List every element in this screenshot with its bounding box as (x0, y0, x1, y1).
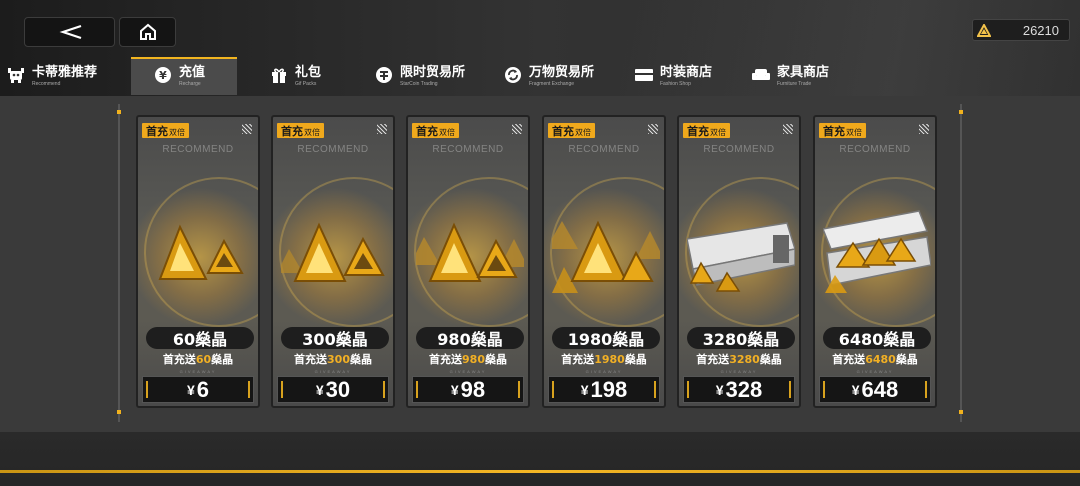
card-watermark: RECOMMEND (432, 144, 504, 155)
currency-display[interactable]: 26210 (972, 19, 1070, 41)
tab-fashion-shop[interactable]: 时装商店 Fashion Shop (634, 57, 734, 95)
back-arrow-icon (59, 24, 81, 40)
first-recharge-badge: 首充 双倍 (683, 123, 730, 138)
price-button[interactable]: ¥6 (142, 376, 254, 403)
refresh-icon (503, 65, 523, 85)
corner-hatch-icon (512, 124, 522, 134)
gift-icon (269, 65, 289, 85)
crystal-icon (416, 222, 524, 282)
price-button[interactable]: ¥30 (277, 376, 389, 403)
first-recharge-bonus: 首充送60燊晶 (162, 353, 234, 366)
first-recharge-badge: 首充 双倍 (142, 123, 189, 138)
tab-gift-packs[interactable]: 礼包 Gif Packs (269, 57, 359, 95)
rail-marker (117, 410, 121, 414)
price-button[interactable]: ¥98 (412, 376, 524, 403)
sofa-icon (751, 65, 771, 85)
footer-background (0, 432, 1080, 486)
tab-sublabel: Fashion Shop (660, 81, 691, 87)
recharge-card-6480[interactable]: 首充 双倍 RECOMMEND 6480燊晶 首充送6480燊晶 GIVEAWAY… (813, 115, 937, 408)
back-button[interactable] (24, 17, 115, 47)
first-recharge-badge: 首充 双倍 (412, 123, 459, 138)
price-button[interactable]: ¥328 (683, 376, 795, 403)
yen-icon: ¥ (153, 65, 173, 85)
rail-marker (959, 410, 963, 414)
triangle-crystal-icon (973, 20, 995, 40)
crystal-icon (281, 222, 385, 282)
home-icon (139, 23, 156, 40)
crystal-amount: 60燊晶 (146, 327, 254, 349)
footer-accent-line (0, 470, 1080, 473)
rail-marker (117, 110, 121, 114)
giveaway-label: GIVEAWAY (179, 369, 217, 374)
left-rail (118, 104, 120, 422)
first-recharge-badge: 首充 双倍 (548, 123, 595, 138)
coin-icon (374, 65, 394, 85)
corner-hatch-icon (377, 124, 387, 134)
corner-hatch-icon (783, 124, 793, 134)
price-button[interactable]: ¥648 (819, 376, 931, 403)
tab-label: 限时贸易所 (400, 65, 466, 80)
tab-sublabel: Fragment Exchange (529, 81, 575, 87)
svg-text:¥: ¥ (159, 69, 167, 82)
recharge-card-60[interactable]: 首充 双倍 RECOMMEND 60燊晶 首充送60燊晶 GIVEAWAY ¥6 (136, 115, 260, 408)
crystal-amount: 1980燊晶 (552, 327, 660, 349)
card-watermark: RECOMMEND (568, 144, 640, 155)
giveaway-label: GIVEAWAY (314, 369, 352, 374)
giveaway-label: GIVEAWAY (856, 369, 894, 374)
tab-fragment-exchange[interactable]: 万物贸易所 Fragment Exchange (503, 57, 623, 95)
recharge-card-3280[interactable]: 首充 双倍 RECOMMEND 3280燊晶 首充送3280燊晶 GIVEAWAY… (677, 115, 801, 408)
crystal-amount: 300燊晶 (281, 327, 389, 349)
giveaway-label: GIVEAWAY (585, 369, 623, 374)
right-rail (960, 104, 962, 422)
crystal-amount: 6480燊晶 (823, 327, 931, 349)
tab-label: 万物贸易所 (529, 65, 595, 80)
tab-starcoin-trading[interactable]: 限时贸易所 StarCoin Trading (374, 57, 484, 95)
giveaway-label: GIVEAWAY (449, 369, 487, 374)
first-recharge-bonus: 首充送300燊晶 (294, 353, 372, 366)
recharge-card-980[interactable]: 首充 双倍 RECOMMEND 980燊晶 首充送980燊晶 GIVEAWAY ¥… (406, 115, 530, 408)
crystal-case-icon (687, 222, 795, 292)
tab-label: 礼包 (295, 65, 322, 80)
crystal-amount: 980燊晶 (416, 327, 524, 349)
tab-sublabel: Recommend (32, 81, 61, 87)
corner-hatch-icon (648, 124, 658, 134)
tab-sublabel: Recharge (179, 81, 201, 87)
recharge-card-1980[interactable]: 首充 双倍 RECOMMEND 1980燊晶 首充送1980燊晶 GIVEAWAY… (542, 115, 666, 408)
crystal-case-icon (823, 210, 931, 293)
crystal-icon (552, 220, 660, 293)
first-recharge-bonus: 首充送3280燊晶 (696, 353, 782, 366)
first-recharge-bonus: 首充送980燊晶 (429, 353, 507, 366)
card-watermark: RECOMMEND (297, 144, 369, 155)
wardrobe-icon (634, 65, 654, 85)
first-recharge-bonus: 首充送6480燊晶 (832, 353, 918, 366)
tab-label: 家具商店 (777, 65, 830, 80)
tab-sublabel: Gif Packs (295, 81, 317, 87)
card-watermark: RECOMMEND (839, 144, 911, 155)
home-button[interactable] (119, 17, 176, 47)
tab-label: 充值 (179, 65, 206, 80)
first-recharge-bonus: 首充送1980燊晶 (561, 353, 647, 366)
first-recharge-badge: 首充 双倍 (277, 123, 324, 138)
crystal-amount: 3280燊晶 (687, 327, 795, 349)
corner-hatch-icon (919, 124, 929, 134)
crystal-icon (158, 224, 244, 280)
tab-recommend[interactable]: 卡蒂雅推荐 Recommend (6, 57, 126, 95)
tab-sublabel: Furniture Trade (777, 81, 812, 87)
recharge-card-300[interactable]: 首充 双倍 RECOMMEND 300燊晶 首充送300燊晶 GIVEAWAY ¥… (271, 115, 395, 408)
shop-tab-bar: 卡蒂雅推荐 Recommend ¥ 充值 Recharge 礼包 Gif Pac… (0, 57, 1080, 95)
tab-recharge[interactable]: ¥ 充值 Recharge (131, 57, 237, 95)
corner-hatch-icon (242, 124, 252, 134)
giveaway-label: GIVEAWAY (720, 369, 758, 374)
card-watermark: RECOMMEND (162, 144, 234, 155)
robot-icon (6, 65, 26, 85)
price-button[interactable]: ¥198 (548, 376, 660, 403)
tab-label: 时装商店 (660, 65, 713, 80)
rail-marker (959, 110, 963, 114)
card-watermark: RECOMMEND (703, 144, 775, 155)
currency-value: 26210 (1022, 22, 1059, 38)
tab-label: 卡蒂雅推荐 (32, 65, 98, 80)
tab-sublabel: StarCoin Trading (400, 81, 438, 87)
tab-furniture-shop[interactable]: 家具商店 Furniture Trade (751, 57, 851, 95)
first-recharge-badge: 首充 双倍 (819, 123, 866, 138)
